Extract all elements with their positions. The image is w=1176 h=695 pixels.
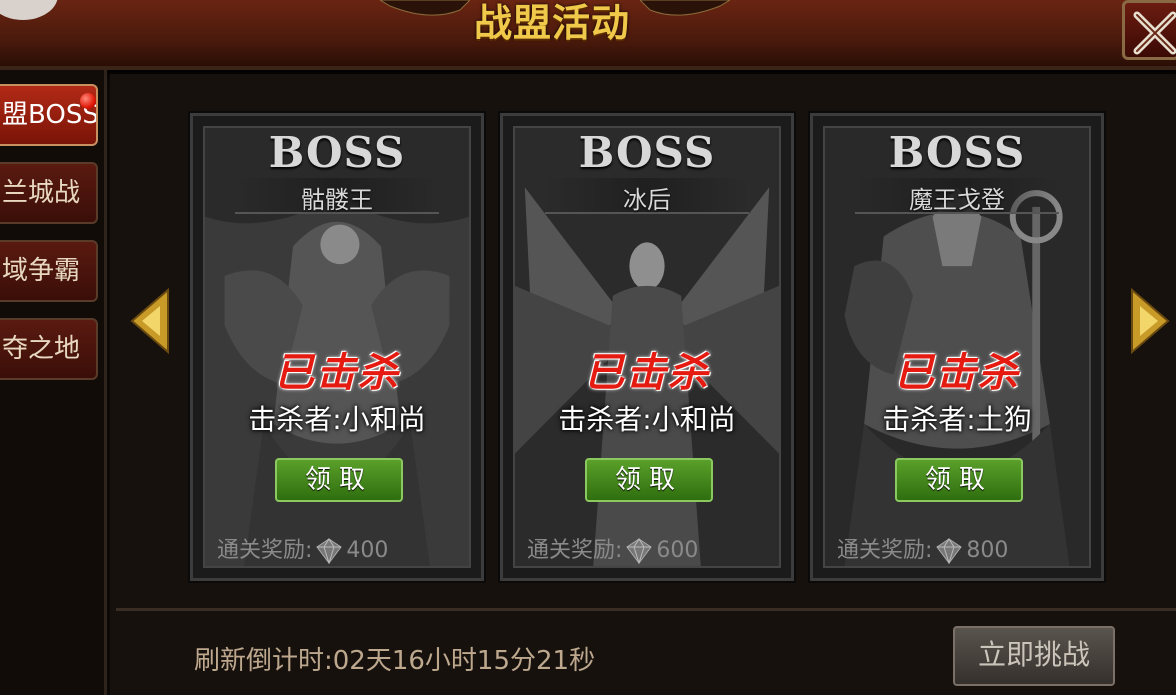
refresh-countdown: 刷新倒计时:02天16小时15分21秒 xyxy=(194,646,596,676)
reward-value: 400 xyxy=(346,538,389,563)
killed-status: 已击杀 xyxy=(274,350,400,396)
card-header: BOSS xyxy=(268,128,406,177)
killer-text: 击杀者:小和尚 xyxy=(558,403,736,436)
reward-label: 通关奖励: xyxy=(837,538,933,563)
tab-city-war[interactable]: 兰城战 xyxy=(0,162,98,224)
tab-label: 兰城战 xyxy=(2,178,81,208)
boss-card-2: BOSS 冰后 已击杀 击杀者:小和尚 领取 通关奖励: 600 xyxy=(498,111,796,583)
close-x-icon xyxy=(1133,11,1176,55)
boss-card-1: BOSS 骷髅王 已击杀 击杀者:小和尚 领取 通关奖励: 400 xyxy=(188,111,486,583)
killed-status: 已击杀 xyxy=(584,350,710,396)
close-button[interactable] xyxy=(1122,0,1176,60)
killed-status: 已击杀 xyxy=(894,350,1020,396)
killer-text: 击杀者:小和尚 xyxy=(248,403,426,436)
reward-label: 通关奖励: xyxy=(527,538,623,563)
claim-button[interactable]: 领取 xyxy=(275,458,403,502)
claim-button[interactable]: 领取 xyxy=(585,458,713,502)
page-title: 战盟活动 xyxy=(473,1,630,45)
gem-icon xyxy=(626,538,653,564)
killer-text: 击杀者:土狗 xyxy=(882,403,1032,436)
challenge-now-button[interactable]: 立即挑战 xyxy=(953,626,1115,686)
tab-label: 域争霸 xyxy=(2,256,81,286)
boss-name: 冰后 xyxy=(623,186,671,214)
arrow-right-icon[interactable] xyxy=(1128,288,1172,354)
gem-icon xyxy=(936,538,963,564)
card-frame: BOSS 冰后 已击杀 击杀者:小和尚 领取 通关奖励: 600 xyxy=(513,126,781,568)
tab-label: 夺之地 xyxy=(2,334,81,364)
reward-label: 通关奖励: xyxy=(217,538,313,563)
gem-icon xyxy=(316,538,343,564)
notification-badge xyxy=(80,93,96,109)
reward-row: 通关奖励: 800 xyxy=(837,532,1008,564)
reward-value: 800 xyxy=(966,538,1009,563)
card-frame: BOSS 骷髅王 已击杀 击杀者:小和尚 领取 通关奖励: 400 xyxy=(203,126,471,568)
boss-name: 魔王戈登 xyxy=(909,186,1005,214)
card-header: BOSS xyxy=(888,128,1026,177)
reward-row: 通关奖励: 600 xyxy=(527,532,698,564)
header-bar: 战盟活动 xyxy=(0,0,1176,70)
claim-button[interactable]: 领取 xyxy=(895,458,1023,502)
boss-name: 骷髅王 xyxy=(301,186,373,214)
card-header: BOSS xyxy=(578,128,716,177)
card-frame: BOSS 魔王戈登 已击杀 击杀者:土狗 领取 通关奖励: 800 xyxy=(823,126,1091,568)
tab-domain-battle[interactable]: 域争霸 xyxy=(0,240,98,302)
footer-divider xyxy=(116,608,1176,611)
reward-value: 600 xyxy=(656,538,699,563)
reward-row: 通关奖励: 400 xyxy=(217,532,388,564)
tab-seize-land[interactable]: 夺之地 xyxy=(0,318,98,380)
boss-card-3: BOSS 魔王戈登 已击杀 击杀者:土狗 领取 通关奖励: 800 xyxy=(808,111,1106,583)
arrow-left-icon[interactable] xyxy=(128,288,172,354)
